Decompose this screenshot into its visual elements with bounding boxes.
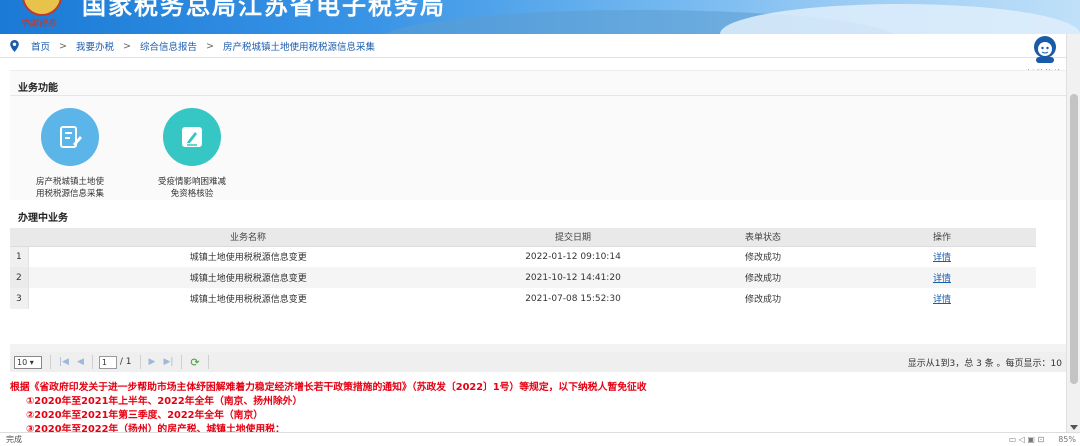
details-link[interactable]: 详情 — [933, 253, 951, 263]
column-header[interactable]: 业务名称 — [28, 228, 468, 247]
refresh-icon[interactable]: ⟳ — [190, 356, 199, 369]
details-link[interactable]: 详情 — [933, 295, 951, 305]
column-header[interactable]: 表单状态 — [678, 228, 848, 247]
function-epidemic-exemption-verification[interactable]: 受疫情影响困难减 免资格核验 — [142, 108, 242, 200]
breadcrumb-separator: > — [123, 40, 131, 52]
pager-separator — [181, 355, 183, 369]
function-icon-circle — [163, 108, 221, 166]
last-page-icon[interactable]: ▶| — [163, 357, 173, 367]
header-banner: 中国税务 国家税务总局江苏省电子税务局 — [0, 0, 1080, 34]
breadcrumb-divider — [0, 57, 1066, 58]
breadcrumb-current: 房产税城镇土地使用税税源信息采集 — [222, 42, 375, 53]
horizontal-scrollbar[interactable] — [10, 344, 1066, 352]
customer-service-icon — [1034, 36, 1056, 63]
tax-emblem-logo — [22, 0, 62, 16]
form-status-cell: 修改成功 — [678, 267, 848, 288]
page-size-select[interactable]: 10 ▾ — [14, 355, 42, 369]
table-header-row: 业务名称 提交日期 表单状态 操作 — [10, 228, 1036, 247]
breadcrumb-my-tax[interactable]: 我要办税 — [76, 39, 114, 53]
form-status-cell: 修改成功 — [744, 253, 781, 264]
function-label-line: 免资格核验 — [170, 189, 214, 199]
location-pin-icon — [10, 40, 19, 52]
function-label: 受疫情影响困难减 免资格核验 — [142, 176, 242, 200]
function-icon-circle — [41, 108, 99, 166]
action-cell: 详情 — [848, 246, 1036, 267]
business-name-cell: 城镇土地使用税税源信息变更 — [189, 253, 307, 264]
section-divider — [10, 95, 1066, 96]
pager-separator — [50, 355, 51, 369]
status-right: ▭ ◁ ▣ ⊡ 85% — [1009, 435, 1076, 444]
notice-line: ②2020年至2021年第三季度、2022年全年（南京） — [26, 410, 264, 421]
edit-document-icon — [60, 126, 82, 148]
banner-decoration — [720, 4, 1080, 34]
breadcrumb-separator: > — [205, 40, 214, 52]
prev-page-icon[interactable]: ◀ — [77, 357, 84, 367]
notice-line: ③2020年至2022年（扬州）的房产税、城镇土地使用税： — [26, 424, 285, 432]
function-label-line: 用税税源信息采集 — [35, 189, 104, 199]
pager-separator — [139, 355, 141, 369]
pager-separator — [91, 355, 93, 369]
zoom-level[interactable]: 85% — [1058, 435, 1076, 444]
status-text: 完成 — [6, 435, 22, 444]
notice-line: ①2020年至2021年上半年、2022年全年（南京、扬州除外） — [26, 396, 303, 407]
table-row[interactable]: 3 城镇土地使用税税源信息变更 2021-07-08 15:52:30 修改成功… — [10, 288, 1036, 309]
action-cell: 详情 — [848, 288, 1036, 309]
row-number: 2 — [10, 267, 29, 288]
browser-status-bar: 完成 ▭ ◁ ▣ ⊡ 85% — [0, 432, 1080, 446]
notice-viewport: 根据《省政府印发关于进一步帮助市场主体纾困解难着力稳定经济增长若干政策措施的通知… — [0, 380, 1066, 432]
current-page-input[interactable]: 1 — [98, 355, 117, 369]
in-progress-table: 业务名称 提交日期 表单状态 操作 1 城镇土地使用税税源信息变更 2022-0… — [10, 228, 1036, 309]
function-label-line: 受疫情影响困难减 — [157, 177, 226, 187]
scroll-down-arrow-icon[interactable] — [1070, 425, 1078, 430]
edit-square-icon — [182, 127, 202, 147]
row-number-header — [10, 228, 28, 247]
next-page-icon[interactable]: ▶ — [149, 357, 156, 367]
breadcrumb-home[interactable]: 首页 — [31, 39, 50, 53]
total-pages: / 1 — [119, 357, 132, 367]
notice-line: 根据《省政府印发关于进一步帮助市场主体纾困解难着力稳定经济增长若干政策措施的通知… — [10, 382, 647, 393]
pager-separator — [207, 355, 209, 369]
pagination-bar: 10 ▾ |◀ ◀ 1 / 1 ▶ ▶| ⟳ 显示从1到3，总 3 条 。每页显… — [10, 352, 1066, 372]
breadcrumb-separator: > — [59, 40, 67, 52]
business-name-cell: 城镇土地使用税税源信息变更 — [28, 267, 468, 288]
breadcrumb: 首页 > 我要办税 > 综合信息报告 > 房产税城镇土地使用税税源信息采集 — [10, 38, 375, 54]
logo-text: 中国税务 — [20, 19, 57, 29]
tax-exemption-notice: 根据《省政府印发关于进一步帮助市场主体纾困解难着力稳定经济增长若干政策措施的通知… — [10, 381, 1066, 432]
breadcrumb-info-report[interactable]: 综合信息报告 — [140, 39, 197, 53]
row-number: 1 — [10, 246, 29, 267]
scrollbar-thumb[interactable] — [1070, 94, 1078, 384]
function-property-tax-collection[interactable]: 房产税城镇土地使 用税税源信息采集 — [20, 108, 120, 200]
in-progress-title: 办理中业务 — [18, 213, 68, 224]
submit-date-cell: 2022-01-12 09:10:14 — [525, 251, 621, 262]
site-title: 国家税务总局江苏省电子税务局 — [82, 0, 446, 20]
first-page-icon[interactable]: |◀ — [59, 357, 69, 367]
page-size-value: 10 — [17, 357, 28, 367]
action-cell: 详情 — [848, 267, 1036, 288]
table-row[interactable]: 1 城镇土地使用税税源信息变更 2022-01-12 09:10:14 修改成功… — [10, 246, 1036, 267]
function-label-line: 房产税城镇土地使 — [35, 177, 104, 187]
submit-date-cell: 2021-07-08 15:52:30 — [525, 293, 621, 304]
vertical-scrollbar[interactable] — [1066, 34, 1080, 432]
function-label: 房产税城镇土地使 用税税源信息采集 — [20, 176, 120, 200]
row-number: 3 — [10, 288, 29, 309]
submit-date-cell: 2021-10-12 14:41:20 — [468, 267, 678, 288]
details-link[interactable]: 详情 — [933, 274, 951, 284]
form-status-cell: 修改成功 — [744, 295, 781, 305]
business-name-cell: 城镇土地使用税税源信息变更 — [189, 295, 307, 305]
column-header[interactable]: 提交日期 — [468, 228, 678, 247]
business-functions-title: 业务功能 — [18, 83, 58, 94]
status-icons: ▭ ◁ ▣ ⊡ — [1008, 435, 1045, 444]
column-header[interactable]: 操作 — [848, 228, 1036, 247]
pagination-info: 显示从1到3，总 3 条 。每页显示：10 — [907, 358, 1062, 369]
table-row[interactable]: 2 城镇土地使用税税源信息变更 2021-10-12 14:41:20 修改成功… — [10, 267, 1036, 288]
